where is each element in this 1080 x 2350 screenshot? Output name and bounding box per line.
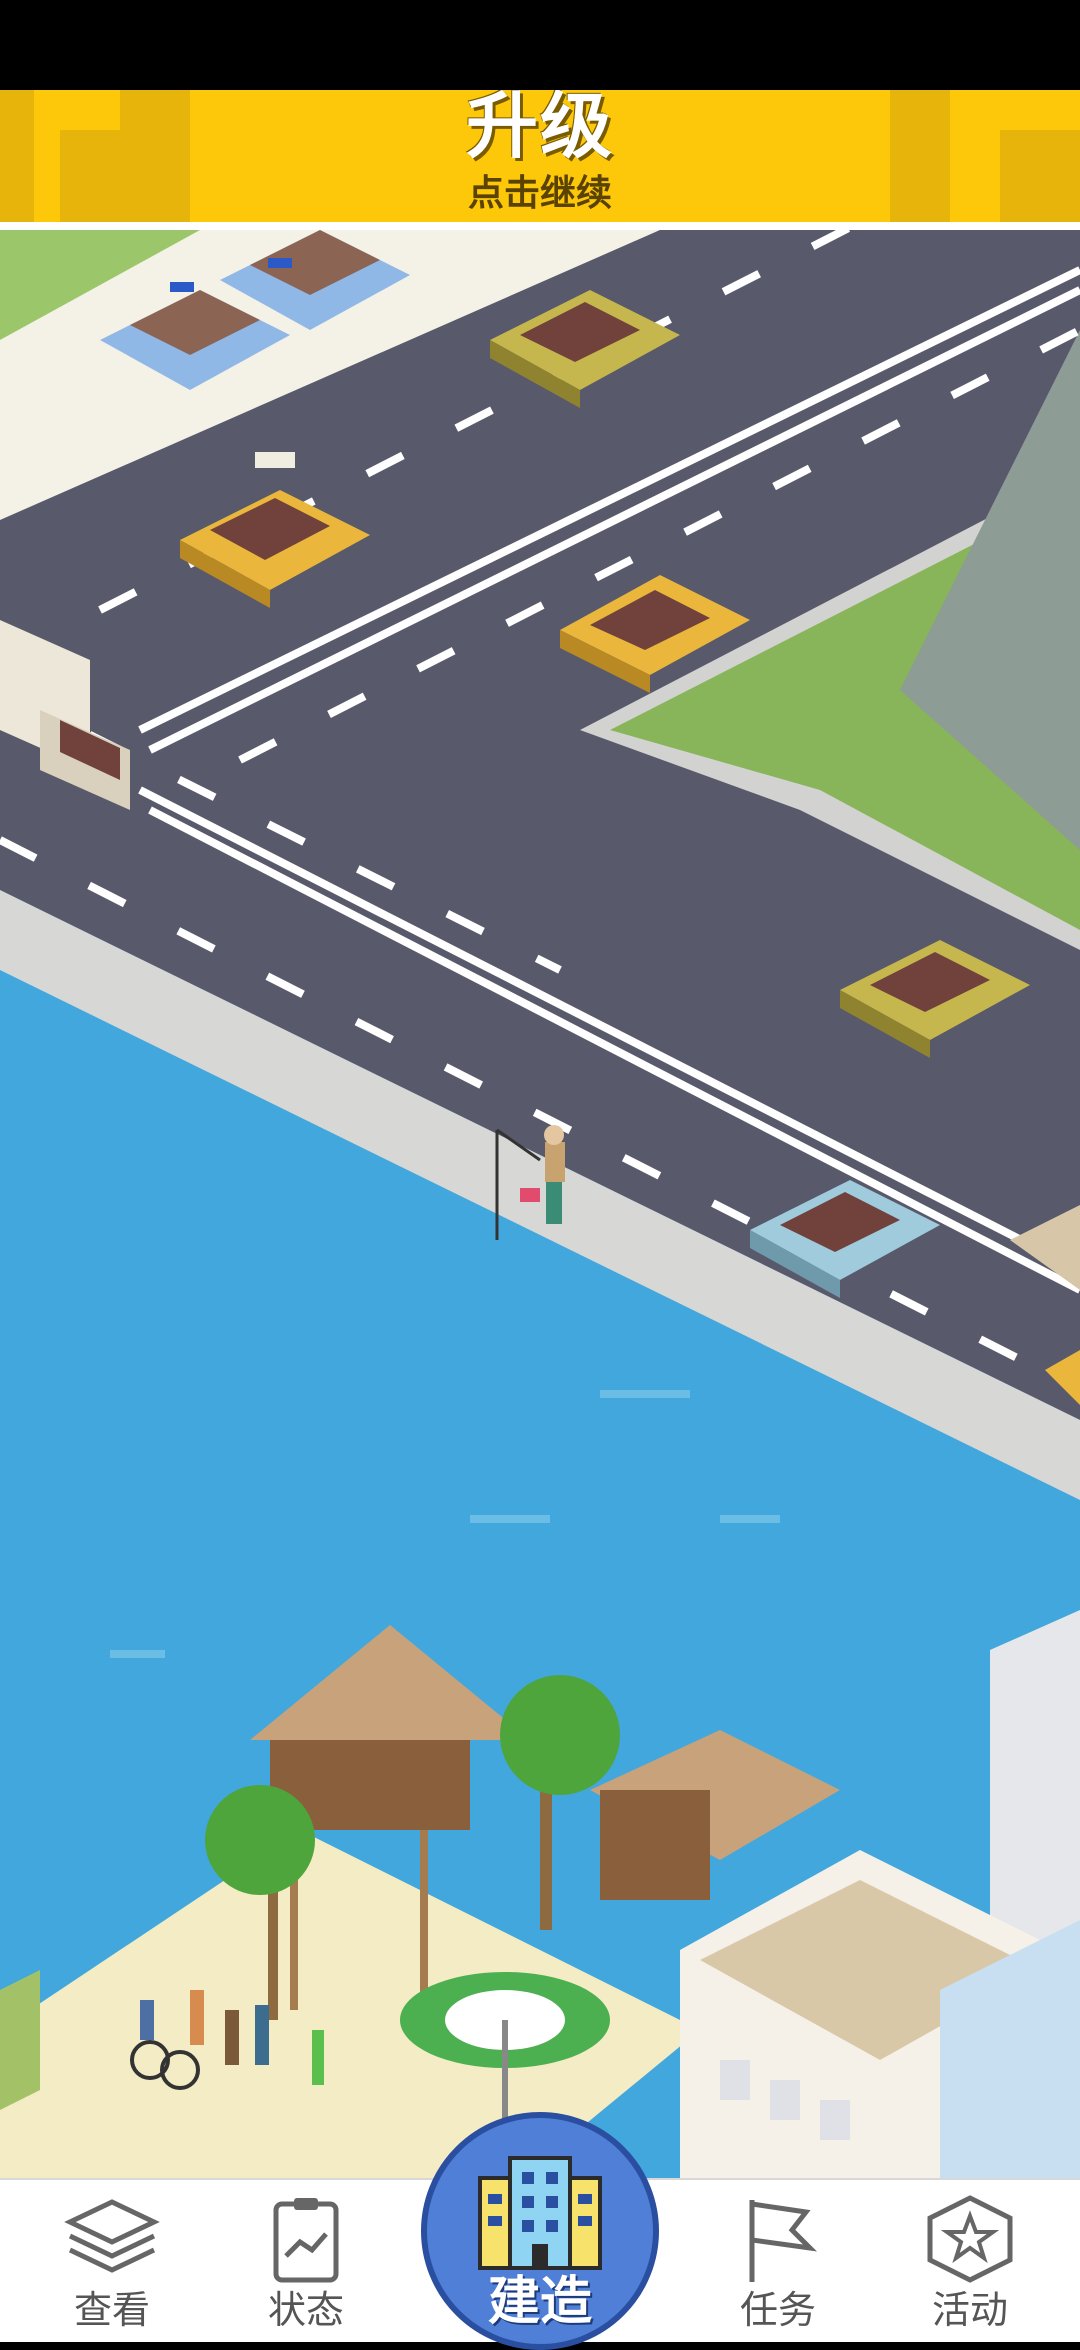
upgrade-banner[interactable]: 升级 点击继续	[0, 90, 1080, 222]
nav-item-tasks[interactable]: 任务	[698, 2194, 858, 2339]
nav-label-status: 状态	[267, 2288, 344, 2332]
banner-divider	[0, 222, 1080, 230]
city-game-view[interactable]	[0, 230, 1080, 2178]
nav-label-events: 活动	[931, 2288, 1008, 2332]
tap-to-continue-text: 点击继续	[467, 173, 612, 214]
clipboard-chart-icon	[273, 2198, 339, 2283]
layers-icon	[64, 2199, 160, 2273]
nav-item-events[interactable]: 活动	[890, 2194, 1050, 2339]
build-button-label: 建造	[487, 2272, 592, 2332]
status-bar	[0, 0, 1080, 90]
grass-patch	[0, 1970, 40, 2110]
star-hexagon-icon	[927, 2195, 1013, 2283]
city-scene[interactable]	[0, 230, 1080, 2178]
nav-label-tasks: 任务	[739, 2288, 816, 2332]
nav-item-view[interactable]: 查看	[32, 2194, 192, 2339]
nav-label-view: 查看	[73, 2288, 150, 2332]
nav-item-status[interactable]: 状态	[226, 2194, 386, 2339]
build-button[interactable]: 建造	[421, 2112, 659, 2350]
upgrade-title: 升级	[465, 90, 614, 168]
flag-icon	[749, 2200, 818, 2282]
